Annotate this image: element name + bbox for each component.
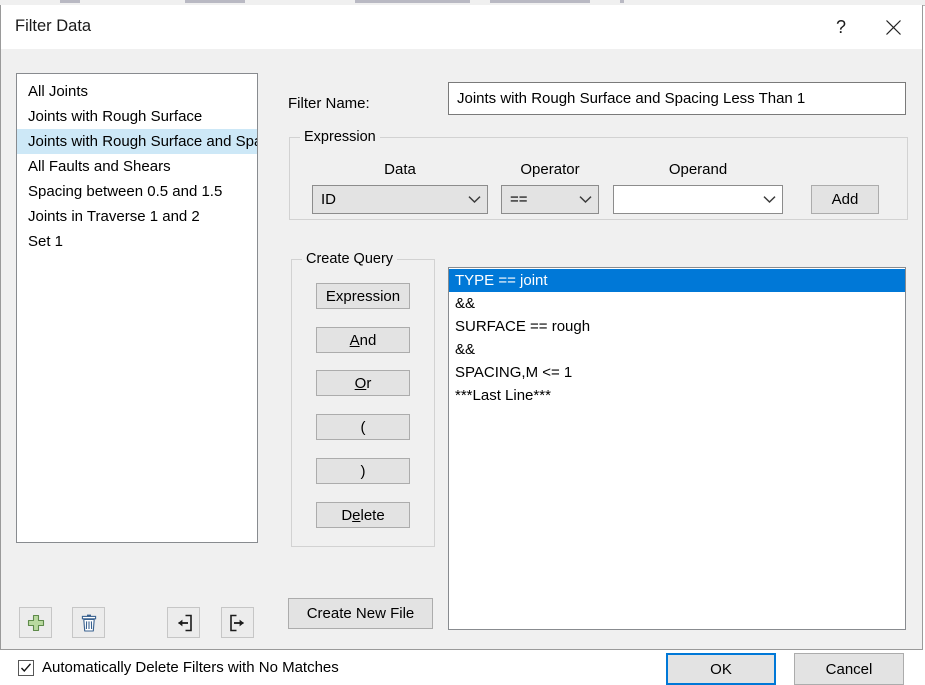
list-item[interactable]: All Joints xyxy=(17,79,257,104)
create-query-group-title: Create Query xyxy=(302,251,397,267)
list-item[interactable]: Set 1 xyxy=(17,229,257,254)
data-dropdown[interactable]: ID xyxy=(312,185,488,214)
query-close-paren-button[interactable]: ) xyxy=(316,458,410,484)
page-title: Filter Data xyxy=(15,17,91,36)
import-arrow-icon xyxy=(174,613,194,633)
filter-name-input[interactable] xyxy=(448,82,906,115)
create-new-file-button[interactable]: Create New File xyxy=(288,598,433,629)
checkmark-icon xyxy=(20,662,32,674)
query-open-paren-button[interactable]: ( xyxy=(316,414,410,440)
title-bar: Filter Data ? xyxy=(1,5,922,49)
chevron-down-icon xyxy=(572,195,598,204)
list-item[interactable]: Joints with Rough Surface xyxy=(17,104,257,129)
cancel-button[interactable]: Cancel xyxy=(794,653,904,685)
query-or-button[interactable]: Or xyxy=(316,370,410,396)
auto-delete-filters-checkbox[interactable]: Automatically Delete Filters with No Mat… xyxy=(18,659,339,676)
checkbox-box[interactable] xyxy=(18,660,34,676)
query-and-button[interactable]: And xyxy=(316,327,410,353)
checkbox-label: Automatically Delete Filters with No Mat… xyxy=(42,659,339,676)
export-filters-button[interactable] xyxy=(221,607,254,638)
chevron-down-icon xyxy=(461,195,487,204)
filter-name-label: Filter Name: xyxy=(288,95,370,112)
dialog-client-area: All Joints Joints with Rough Surface Joi… xyxy=(1,49,922,649)
operator-dropdown-value: == xyxy=(502,191,572,208)
delete-filter-button[interactable] xyxy=(72,607,105,638)
query-line[interactable]: TYPE == joint xyxy=(449,269,905,292)
import-filters-button[interactable] xyxy=(167,607,200,638)
chevron-down-icon xyxy=(756,195,782,204)
query-delete-button[interactable]: Delete xyxy=(316,502,410,528)
add-filter-button[interactable] xyxy=(19,607,52,638)
filter-data-dialog: Filter Data ? All Joints Joints with Rou… xyxy=(0,5,923,650)
operator-column-header: Operator xyxy=(501,161,599,178)
trash-icon xyxy=(79,613,99,633)
list-item[interactable]: Joints with Rough Surface and Spacing Le… xyxy=(17,129,257,154)
list-item[interactable]: All Faults and Shears xyxy=(17,154,257,179)
query-line[interactable]: SURFACE == rough xyxy=(449,315,905,338)
query-line[interactable]: SPACING,M <= 1 xyxy=(449,361,905,384)
operand-column-header: Operand xyxy=(613,161,783,178)
query-line[interactable]: && xyxy=(449,292,905,315)
expression-group-title: Expression xyxy=(300,129,380,145)
query-line[interactable]: && xyxy=(449,338,905,361)
query-list[interactable]: TYPE == joint && SURFACE == rough && SPA… xyxy=(448,267,906,630)
operand-dropdown[interactable] xyxy=(613,185,783,214)
operator-dropdown[interactable]: == xyxy=(501,185,599,214)
filter-list[interactable]: All Joints Joints with Rough Surface Joi… xyxy=(16,73,258,543)
add-expression-button[interactable]: Add xyxy=(811,185,879,214)
list-item[interactable]: Joints in Traverse 1 and 2 xyxy=(17,204,257,229)
export-arrow-icon xyxy=(228,613,248,633)
plus-icon xyxy=(26,613,46,633)
close-button[interactable] xyxy=(870,5,916,49)
help-button[interactable]: ? xyxy=(818,5,864,49)
question-mark-icon: ? xyxy=(836,17,846,38)
close-icon xyxy=(885,19,902,36)
data-dropdown-value: ID xyxy=(313,191,461,208)
query-expression-button[interactable]: Expression xyxy=(316,283,410,309)
list-item[interactable]: Spacing between 0.5 and 1.5 xyxy=(17,179,257,204)
ok-button[interactable]: OK xyxy=(666,653,776,685)
data-column-header: Data xyxy=(312,161,488,178)
query-line[interactable]: ***Last Line*** xyxy=(449,384,905,407)
